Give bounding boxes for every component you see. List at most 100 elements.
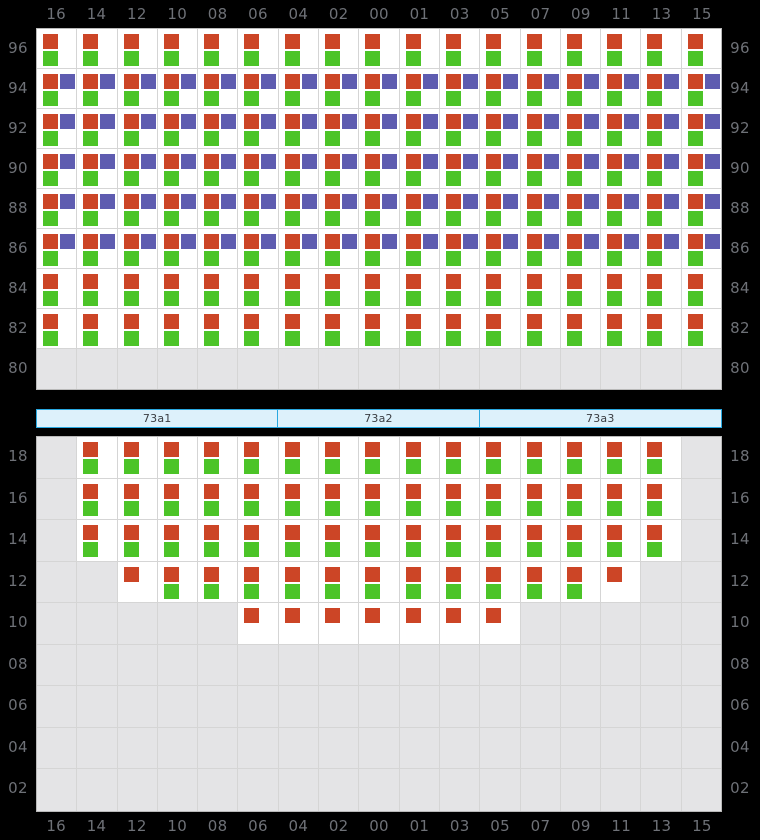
grid-cell[interactable] [520, 644, 561, 686]
grid-cell[interactable] [681, 69, 722, 109]
grid-cell[interactable] [520, 520, 561, 562]
grid-cell[interactable] [238, 229, 279, 269]
grid-cell[interactable] [238, 520, 279, 562]
grid-cell[interactable] [399, 189, 440, 229]
grid-cell[interactable] [560, 109, 602, 149]
grid-cell[interactable] [439, 520, 481, 562]
grid-cell[interactable] [439, 478, 481, 520]
grid-cell[interactable] [157, 29, 199, 69]
grid-cell[interactable] [520, 269, 561, 309]
grid-cell[interactable] [37, 520, 78, 562]
grid-cell[interactable] [238, 437, 279, 479]
grid-cell[interactable] [37, 644, 78, 686]
grid-cell[interactable] [480, 349, 521, 389]
grid-cell[interactable] [238, 769, 279, 811]
grid-cell[interactable] [77, 437, 118, 479]
grid-cell[interactable] [37, 149, 78, 189]
grid-cell[interactable] [37, 189, 78, 229]
segment-73a3[interactable]: 73a3 [479, 410, 721, 427]
grid-cell[interactable] [117, 520, 158, 562]
grid-cell[interactable] [359, 229, 400, 269]
grid-cell[interactable] [198, 644, 239, 686]
grid-cell[interactable] [359, 149, 400, 189]
grid-cell[interactable] [520, 109, 561, 149]
grid-cell[interactable] [399, 229, 440, 269]
grid-cell[interactable] [319, 349, 360, 389]
grid-cell[interactable] [157, 149, 199, 189]
grid-cell[interactable] [359, 69, 400, 109]
grid-cell[interactable] [117, 603, 158, 645]
grid-cell[interactable] [681, 309, 722, 349]
grid-cell[interactable] [238, 727, 279, 769]
grid-cell[interactable] [37, 109, 78, 149]
grid-cell[interactable] [238, 561, 279, 603]
grid-cell[interactable] [681, 29, 722, 69]
grid-cell[interactable] [117, 727, 158, 769]
grid-cell[interactable] [157, 349, 199, 389]
grid-cell[interactable] [641, 29, 682, 69]
grid-cell[interactable] [560, 644, 602, 686]
grid-cell[interactable] [37, 686, 78, 728]
grid-cell[interactable] [601, 109, 642, 149]
grid-cell[interactable] [681, 229, 722, 269]
grid-cell[interactable] [319, 727, 360, 769]
grid-cell[interactable] [37, 69, 78, 109]
grid-cell[interactable] [480, 229, 521, 269]
grid-cell[interactable] [77, 149, 118, 189]
grid-cell[interactable] [439, 309, 481, 349]
grid-cell[interactable] [77, 603, 118, 645]
grid-cell[interactable] [319, 189, 360, 229]
grid-cell[interactable] [399, 29, 440, 69]
grid-cell[interactable] [480, 769, 521, 811]
grid-cell[interactable] [560, 309, 602, 349]
grid-cell[interactable] [480, 561, 521, 603]
grid-cell[interactable] [439, 349, 481, 389]
grid-cell[interactable] [681, 437, 722, 479]
grid-cell[interactable] [601, 69, 642, 109]
grid-cell[interactable] [520, 437, 561, 479]
grid-cell[interactable] [601, 561, 642, 603]
grid-cell[interactable] [77, 309, 118, 349]
grid-cell[interactable] [77, 561, 118, 603]
grid-cell[interactable] [198, 437, 239, 479]
grid-cell[interactable] [520, 561, 561, 603]
grid-cell[interactable] [439, 437, 481, 479]
grid-cell[interactable] [278, 109, 320, 149]
grid-cell[interactable] [117, 189, 158, 229]
grid-cell[interactable] [278, 309, 320, 349]
grid-cell[interactable] [37, 769, 78, 811]
grid-cell[interactable] [319, 229, 360, 269]
grid-cell[interactable] [198, 269, 239, 309]
grid-cell[interactable] [198, 478, 239, 520]
grid-cell[interactable] [319, 478, 360, 520]
grid-cell[interactable] [359, 769, 400, 811]
grid-cell[interactable] [198, 769, 239, 811]
grid-cell[interactable] [399, 269, 440, 309]
grid-cell[interactable] [681, 603, 722, 645]
grid-cell[interactable] [278, 269, 320, 309]
grid-cell[interactable] [278, 520, 320, 562]
grid-cell[interactable] [480, 644, 521, 686]
grid-cell[interactable] [439, 686, 481, 728]
grid-cell[interactable] [480, 520, 521, 562]
grid-cell[interactable] [601, 269, 642, 309]
grid-cell[interactable] [278, 769, 320, 811]
grid-cell[interactable] [77, 229, 118, 269]
grid-cell[interactable] [238, 269, 279, 309]
grid-cell[interactable] [319, 309, 360, 349]
grid-cell[interactable] [238, 69, 279, 109]
lower-grid[interactable] [36, 436, 722, 812]
grid-cell[interactable] [278, 229, 320, 269]
grid-cell[interactable] [560, 769, 602, 811]
grid-cell[interactable] [319, 686, 360, 728]
grid-cell[interactable] [439, 603, 481, 645]
grid-cell[interactable] [480, 149, 521, 189]
grid-cell[interactable] [157, 69, 199, 109]
grid-cell[interactable] [77, 189, 118, 229]
grid-cell[interactable] [77, 69, 118, 109]
grid-cell[interactable] [117, 478, 158, 520]
segment-bar[interactable]: 73a1 73a2 73a3 [36, 409, 722, 428]
grid-cell[interactable] [198, 686, 239, 728]
grid-cell[interactable] [157, 478, 199, 520]
grid-cell[interactable] [601, 29, 642, 69]
